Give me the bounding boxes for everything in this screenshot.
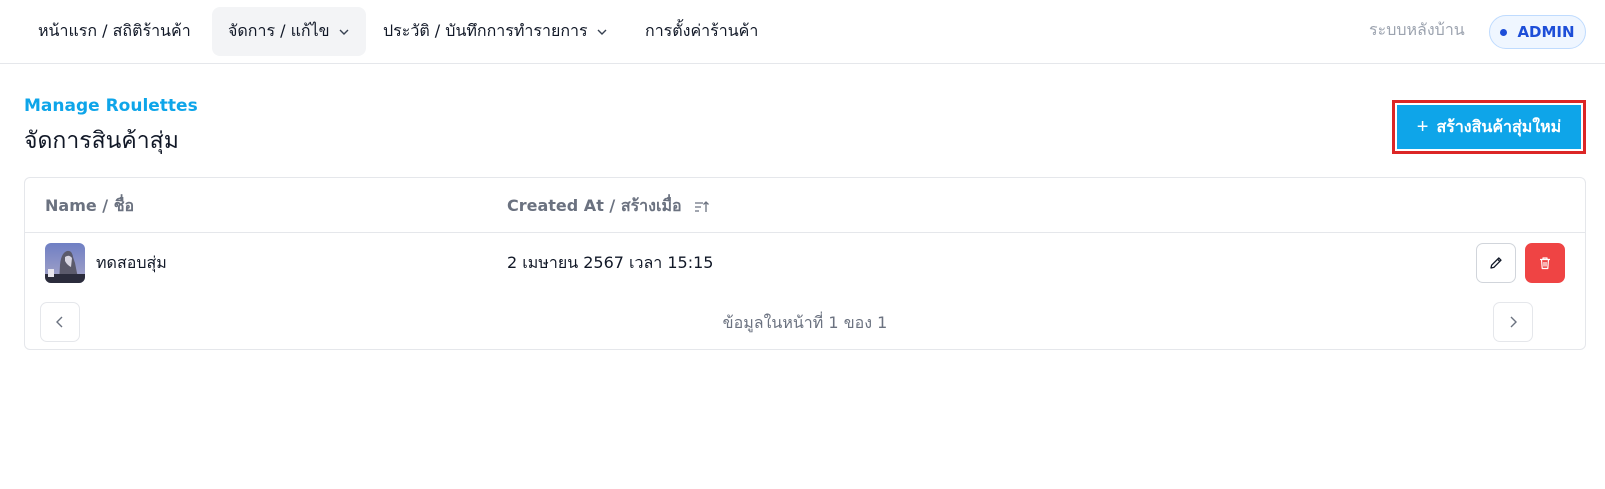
role-badge-label: ADMIN xyxy=(1517,23,1575,41)
plus-icon: + xyxy=(1416,115,1429,138)
trash-icon xyxy=(1540,257,1550,270)
nav-item-label: หน้าแรก / สถิติร้านค้า xyxy=(38,21,191,40)
sort-ascending-icon[interactable] xyxy=(694,199,710,215)
roulette-thumbnail xyxy=(45,243,85,283)
delete-button[interactable] xyxy=(1525,243,1565,283)
nav-item-label: ประวัติ / บันทึกการทำรายการ xyxy=(383,21,588,40)
roulette-table-card: Name / ชื่อ Created At / สร้างเมื่อ ทดสอ… xyxy=(24,177,1586,350)
previous-page-button[interactable] xyxy=(40,302,80,342)
column-header-name: Name / ชื่อ xyxy=(45,194,134,219)
column-header-created-at-label: Created At / สร้างเมื่อ xyxy=(507,196,682,215)
chevron-down-icon xyxy=(597,29,607,35)
pagination-info: ข้อมูลในหน้าที่ 1 ของ 1 xyxy=(722,313,888,332)
create-roulette-button[interactable]: + สร้างสินค้าสุ่มใหม่ xyxy=(1397,105,1581,149)
backoffice-label: ระบบหลังบ้าน xyxy=(1369,20,1465,39)
table-header: Name / ชื่อ Created At / สร้างเมื่อ xyxy=(25,178,1585,233)
table-row[interactable]: ทดสอบสุ่ม 2 เมษายน 2567 เวลา 15:15 xyxy=(25,234,1585,290)
create-roulette-label: สร้างสินค้าสุ่มใหม่ xyxy=(1436,118,1562,136)
top-navbar: หน้าแรก / สถิติร้านค้า จัดการ / แก้ไข ปร… xyxy=(0,0,1605,64)
column-header-name-label: Name / ชื่อ xyxy=(45,196,135,215)
pencil-icon xyxy=(1490,257,1502,269)
edit-button[interactable] xyxy=(1476,243,1516,283)
chevron-right-icon xyxy=(1510,316,1517,328)
roulette-name: ทดสอบสุ่ม xyxy=(96,253,167,272)
nav-item-history-log[interactable]: ประวัติ / บันทึกการทำรายการ xyxy=(367,7,624,56)
status-dot-icon xyxy=(1500,28,1508,36)
nav-item-manage-edit[interactable]: จัดการ / แก้ไข xyxy=(212,7,366,56)
chevron-down-icon xyxy=(339,29,349,35)
role-badge[interactable]: ADMIN xyxy=(1489,15,1586,49)
column-header-created-at[interactable]: Created At / สร้างเมื่อ xyxy=(507,194,710,219)
roulette-created-at: 2 เมษายน 2567 เวลา 15:15 xyxy=(507,253,714,272)
next-page-button[interactable] xyxy=(1493,302,1533,342)
nav-item-home-stats[interactable]: หน้าแรก / สถิติร้านค้า xyxy=(22,7,207,56)
nav-item-label: จัดการ / แก้ไข xyxy=(228,21,330,40)
page-eyebrow: Manage Roulettes xyxy=(24,96,198,116)
highlight-box: + สร้างสินค้าสุ่มใหม่ xyxy=(1392,100,1586,154)
nav-item-shop-settings[interactable]: การตั้งค่าร้านค้า xyxy=(629,7,774,56)
chevron-left-icon xyxy=(56,316,63,328)
nav-item-label: การตั้งค่าร้านค้า xyxy=(645,21,759,40)
page-title: จัดการสินค้าสุ่ม xyxy=(24,128,179,154)
